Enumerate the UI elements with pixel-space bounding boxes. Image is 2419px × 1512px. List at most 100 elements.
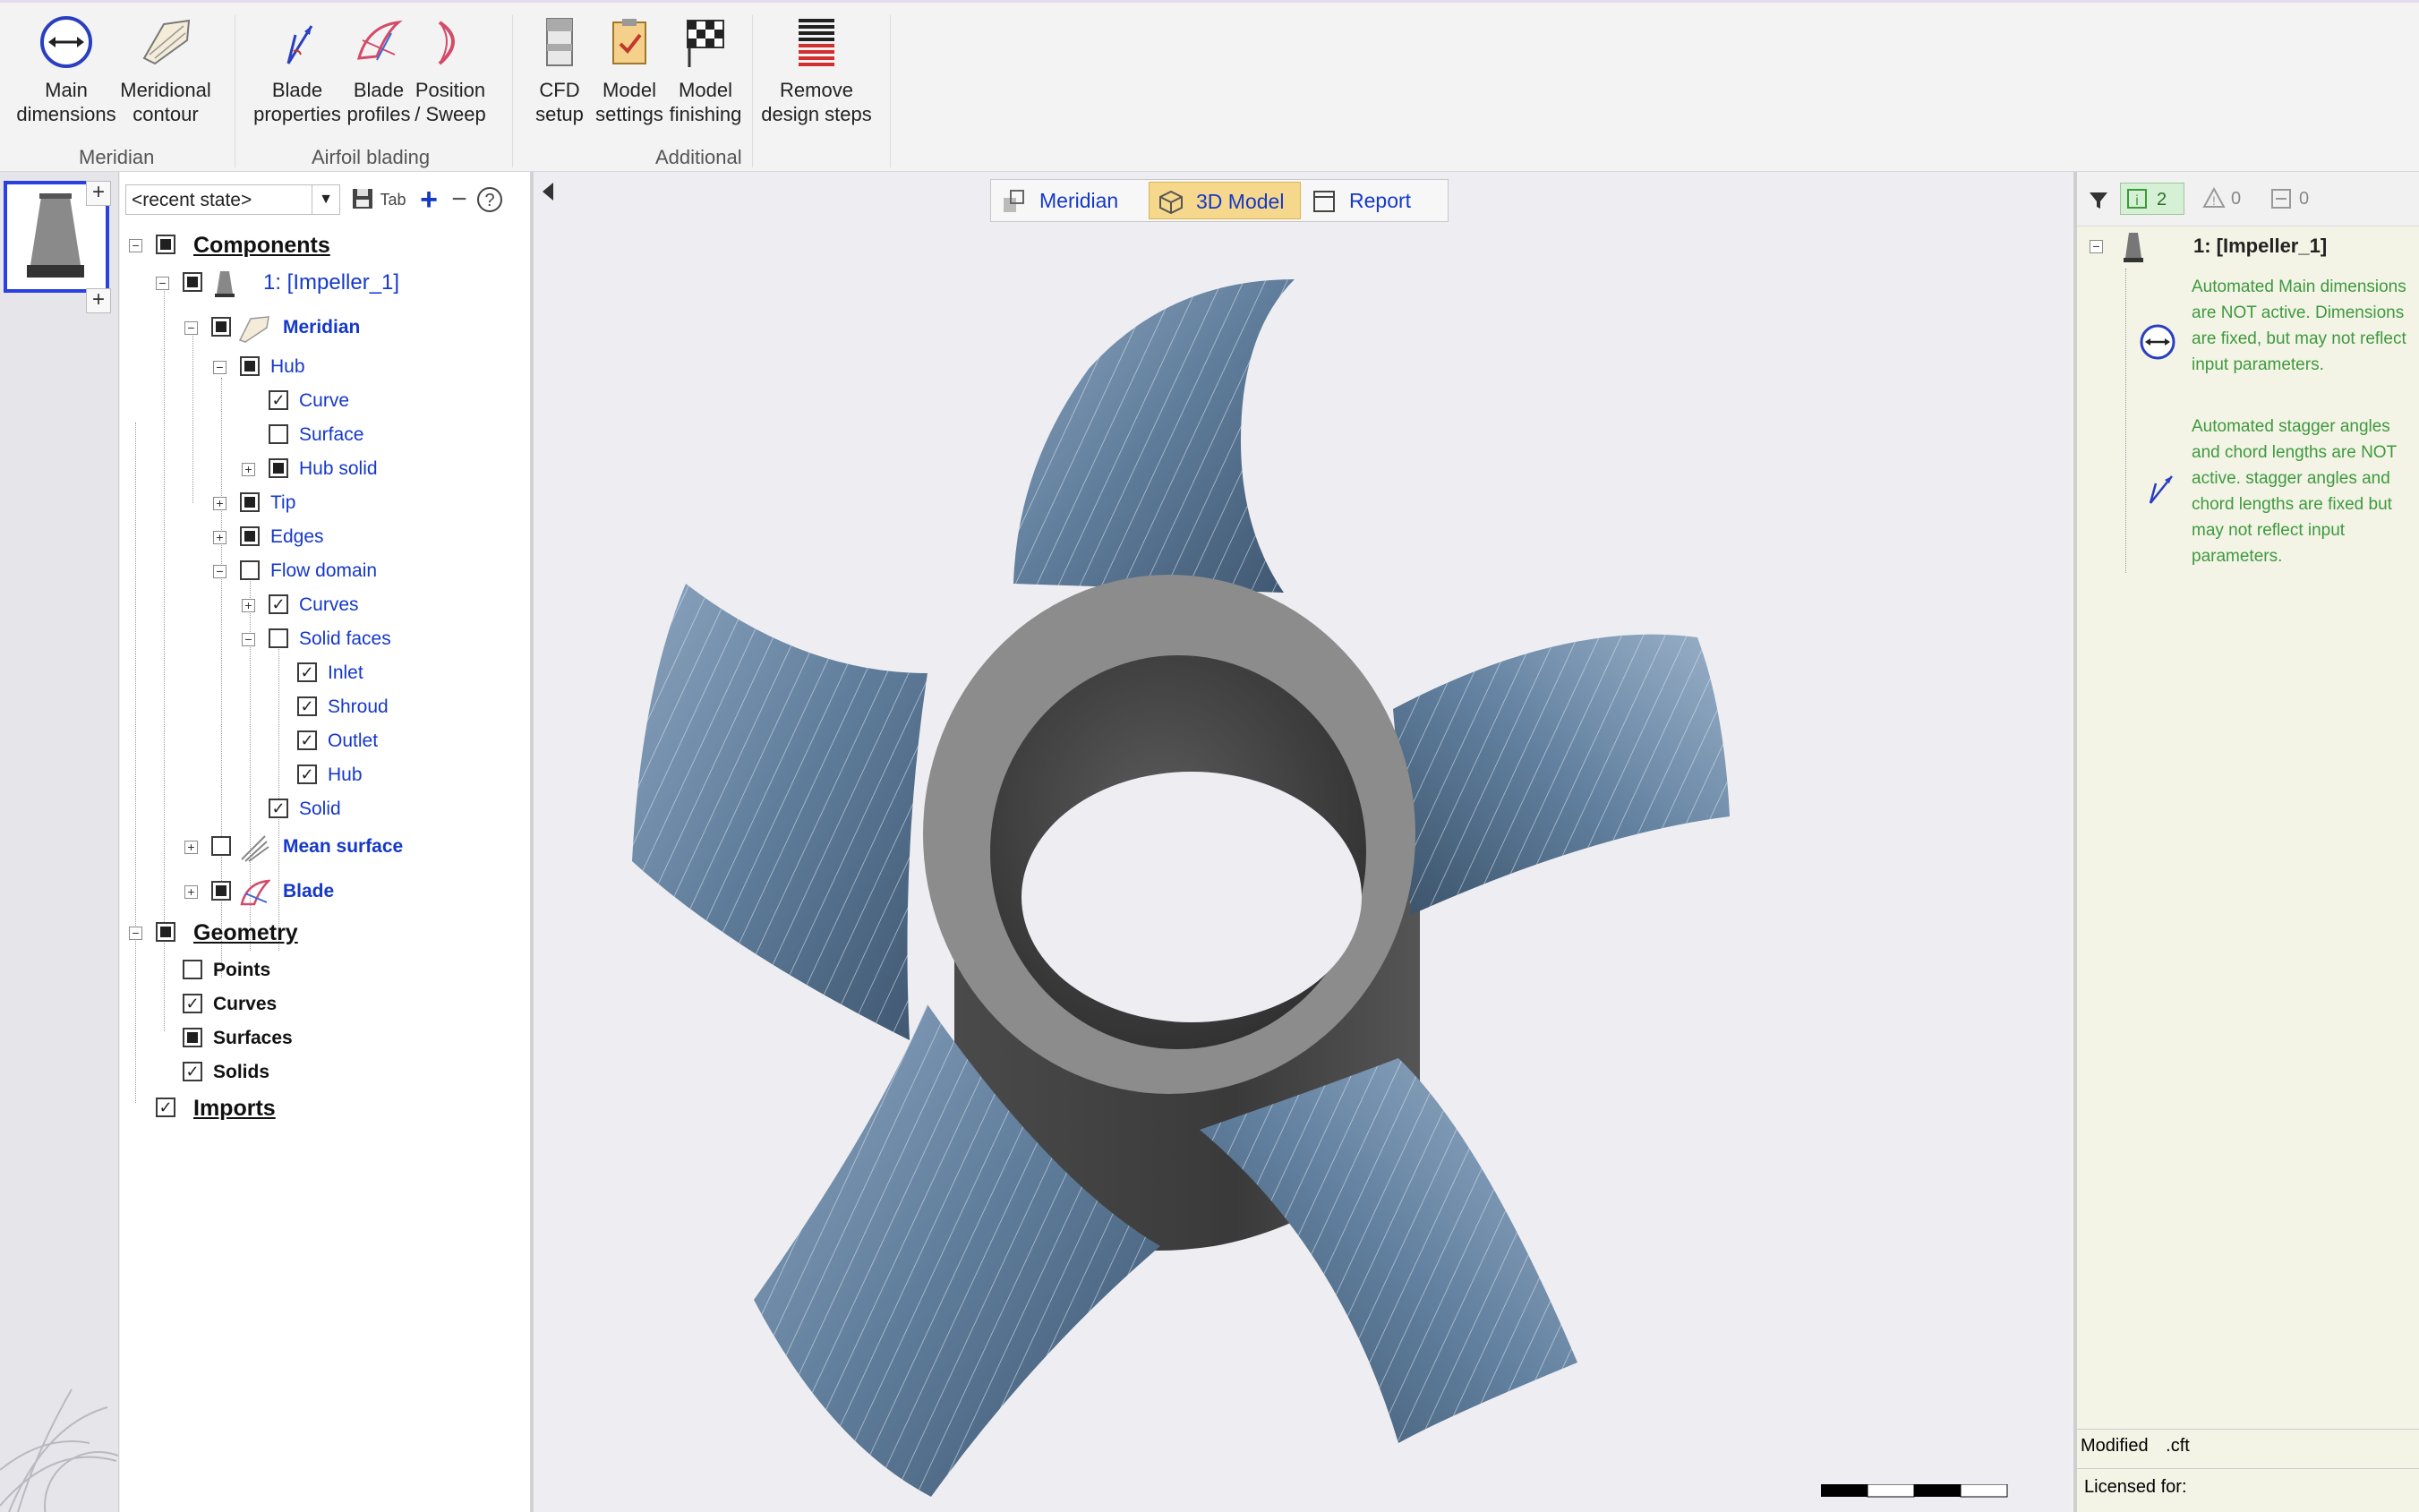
recent-state-select[interactable]: <recent state> ▼ [125,184,340,215]
remove-design-steps-button[interactable]: Remove design steps [761,13,872,126]
plus-icon[interactable]: + [415,184,442,215]
cfd-setup-button[interactable]: CFD setup [528,13,591,126]
curves-checkbox[interactable]: ✓ [269,594,288,614]
checkered-flag-icon [687,20,724,67]
flow-domain-checkbox[interactable] [240,560,260,580]
expand-icon[interactable]: + [184,885,198,899]
collapse-panel-icon[interactable] [543,183,553,201]
add-component-below-button[interactable]: + [86,288,111,313]
blade-checkbox[interactable] [211,881,231,901]
impeller-3d-model[interactable] [534,172,2072,1512]
add-component-button[interactable]: + [86,181,111,206]
tip-checkbox[interactable] [240,492,260,512]
hub-face-label: Hub [328,765,363,785]
impeller-checkbox[interactable] [183,272,202,292]
outlet-checkbox[interactable]: ✓ [297,730,317,750]
model-finishing-button[interactable]: Model finishing [668,13,743,126]
solid-checkbox[interactable]: ✓ [269,799,288,818]
collapse-icon[interactable]: − [184,321,198,335]
imports-label: Imports [193,1096,276,1121]
inlet-checkbox[interactable]: ✓ [297,662,317,682]
ribbon-group-airfoil: Airfoil blading [312,146,431,168]
points-checkbox[interactable] [183,960,202,979]
warning-filter-button[interactable]: ! 0 [2199,183,2252,215]
curve-checkbox[interactable]: ✓ [269,390,288,410]
expand-icon[interactable]: + [184,841,198,854]
impeller-icon [215,271,235,297]
meridian-checkbox[interactable] [211,317,231,337]
tab-report[interactable]: Report [1303,182,1446,219]
shroud-checkbox[interactable]: ✓ [297,696,317,716]
collapse-icon[interactable]: − [242,633,255,646]
info-filter-button[interactable]: i 2 [2120,183,2184,215]
model-settings-button[interactable]: Model settings [594,13,664,126]
warning-count: 0 [2231,189,2242,209]
remove-design-steps-icon [799,19,834,66]
collapse-icon[interactable]: − [156,277,169,290]
collapse-icon[interactable]: − [129,927,142,940]
tab-3d-model[interactable]: 3D Model [1149,182,1301,219]
blade-profiles-label-1: Blade [353,79,405,101]
tab-icon[interactable]: Tab [380,186,406,213]
position-sweep-button[interactable]: Position / Sweep [412,13,489,126]
collapse-icon[interactable]: − [2090,240,2103,253]
blade-profiles-button[interactable]: Blade profiles [342,13,415,126]
blade-bottom-right [1200,1058,1577,1443]
help-icon[interactable]: ? [476,186,503,213]
components-checkbox[interactable] [156,235,175,254]
mean-surface-checkbox[interactable] [211,836,231,856]
expand-icon[interactable]: + [213,531,227,544]
geometry-curves-checkbox[interactable]: ✓ [183,994,202,1013]
licensed-for-label: Licensed for: [2084,1477,2187,1497]
solid-faces-checkbox[interactable] [269,628,288,648]
other-filter-button[interactable]: 0 [2267,183,2321,215]
surfaces-checkbox[interactable] [183,1028,202,1047]
geometry-label: Geometry [193,920,298,945]
tab-meridian[interactable]: Meridian [993,182,1147,219]
collapse-icon[interactable]: − [213,361,227,374]
geometry-checkbox[interactable] [156,922,175,942]
geometry-curves-label: Curves [213,994,278,1014]
hub-checkbox[interactable] [240,356,260,376]
report-icon [1313,191,1335,212]
3d-viewport[interactable]: Meridian 3D Model Report [534,172,2072,1512]
expand-icon[interactable]: + [213,497,227,510]
collapse-icon[interactable]: − [213,565,227,578]
collapse-icon[interactable]: − [129,239,142,252]
hub-solid-checkbox[interactable] [269,458,288,478]
position-sweep-icon [438,21,455,65]
blade-top [1013,279,1295,593]
edges-checkbox[interactable] [240,526,260,546]
expand-icon[interactable]: + [242,599,255,612]
remove-design-steps-label-1: Remove [780,79,853,101]
tree-line [192,333,193,503]
expand-icon[interactable]: + [242,463,255,476]
ribbon-toolbar: Main dimensions Meridional contour Blade… [0,0,2419,172]
cfd-setup-label-2: setup [535,103,584,125]
tab-report-label: Report [1349,189,1412,212]
curves-label: Curves [299,594,359,615]
curve-label: Curve [299,390,350,411]
blade-properties-button[interactable]: Blade properties [252,13,342,126]
surface-checkbox[interactable] [269,424,288,444]
solids-checkbox[interactable]: ✓ [183,1062,202,1081]
chevron-down-icon[interactable]: ▼ [312,185,339,214]
hub-face-checkbox[interactable]: ✓ [297,765,317,784]
main-dimensions-button[interactable]: Main dimensions [13,13,120,126]
blade-icon [240,879,270,906]
inlet-label: Inlet [328,662,363,683]
minus-icon[interactable]: − [446,186,473,213]
model-settings-label-2: settings [595,103,663,125]
imports-checkbox[interactable]: ✓ [156,1098,175,1117]
flow-domain-label: Flow domain [270,560,378,581]
cfd-setup-icon [546,18,573,66]
solid-label: Solid [299,799,341,819]
meridional-contour-button[interactable]: Meridional contour [116,13,215,126]
messages-toolbar: i 2 ! 0 0 [2077,172,2419,226]
blade-profiles-icon [356,20,403,61]
status-bar-license: Licensed for: [2077,1468,2419,1504]
solid-faces-label: Solid faces [299,628,391,649]
surfaces-label: Surfaces [213,1028,293,1048]
save-icon[interactable] [349,186,376,213]
filter-icon[interactable] [2088,190,2109,211]
